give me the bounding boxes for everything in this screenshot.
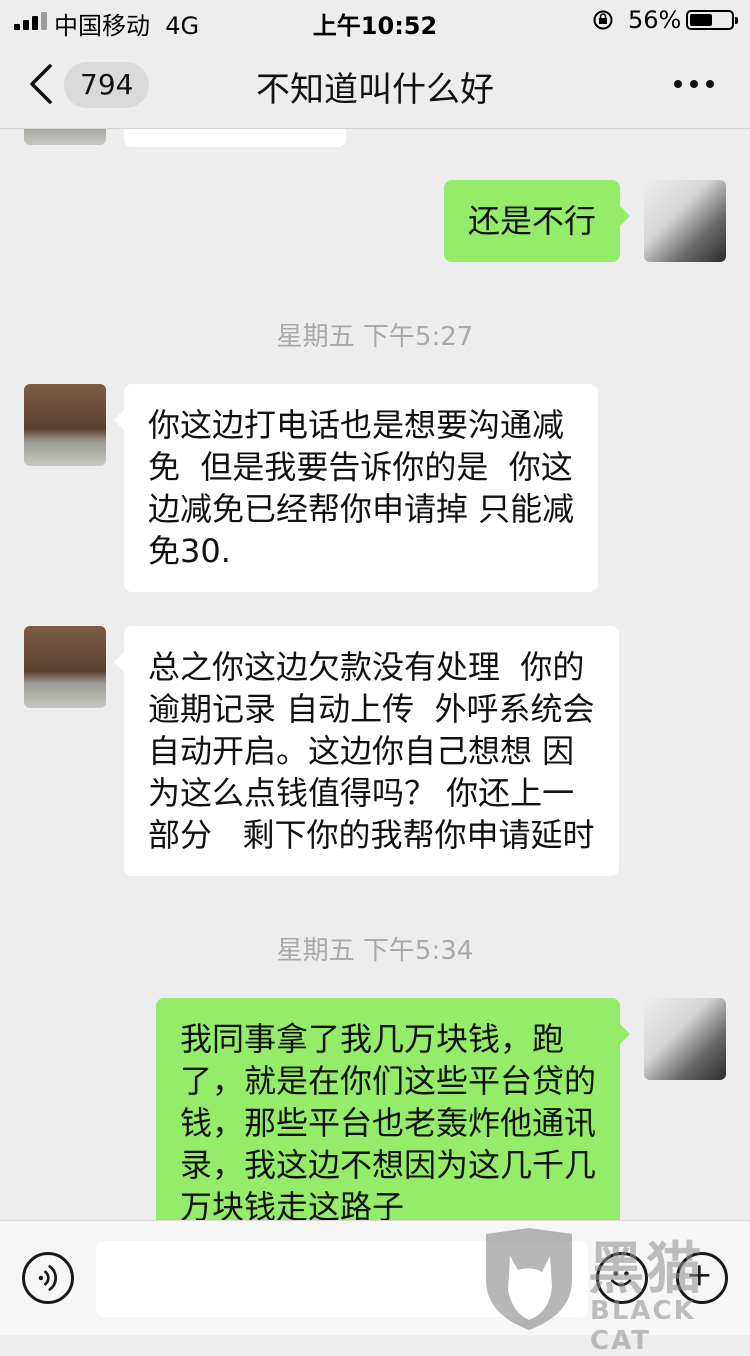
message-input[interactable] (96, 1241, 588, 1317)
voice-icon[interactable] (22, 1252, 74, 1304)
contact-avatar[interactable] (24, 129, 106, 145)
more-dots-icon[interactable] (664, 66, 724, 102)
message-list[interactable]: 还是不行 星期五 下午5:27 你这边打电话也是想要沟通减 免 但是我要告诉你的… (0, 129, 750, 1220)
rotation-lock-icon (593, 10, 613, 30)
message-bubble-partial (124, 129, 346, 147)
plus-icon[interactable] (676, 1252, 728, 1304)
message-timestamp: 星期五 下午5:27 (276, 322, 474, 352)
my-avatar[interactable] (644, 998, 726, 1080)
battery-percent: 56% (628, 6, 682, 34)
chat-header: 794 不知道叫什么好 (0, 40, 750, 129)
message-bubble-sent[interactable]: 我同事拿了我几万块钱，跑 了，就是在你们这些平台贷的 钱，那些平台也老轰炸他通讯… (155, 998, 631, 1220)
my-avatar[interactable] (644, 180, 726, 262)
battery-icon (686, 10, 738, 30)
input-bar (0, 1220, 750, 1335)
chat-title: 不知道叫什么好 (256, 70, 494, 110)
contact-avatar[interactable] (24, 384, 106, 466)
message-bubble-sent[interactable]: 还是不行 (443, 180, 631, 262)
status-bar: 中国移动 4G 上午10:52 56% (0, 0, 750, 40)
contact-avatar[interactable] (24, 626, 106, 708)
message-bubble-received[interactable]: 你这边打电话也是想要沟通减 免 但是我要告诉你的是 你这 边减免已经帮你申请掉 … (113, 384, 599, 592)
emoji-icon[interactable] (596, 1252, 648, 1304)
message-timestamp: 星期五 下午5:34 (276, 936, 474, 966)
message-bubble-received[interactable]: 总之你这边欠款没有处理 你的 逾期记录 自动上传 外呼系统会 自动开启。这边你自… (114, 626, 619, 876)
